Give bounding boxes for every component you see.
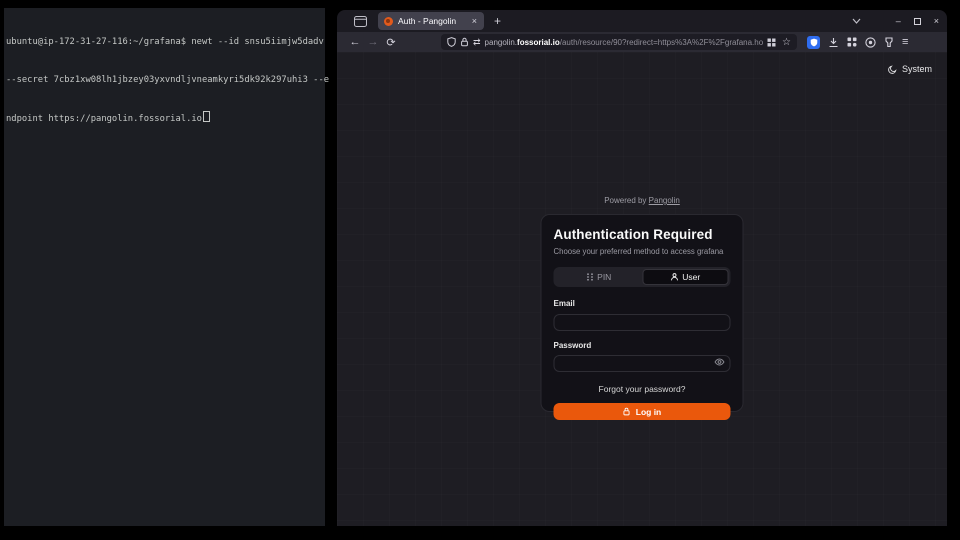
adblock-extension-icon[interactable]	[865, 37, 876, 48]
password-label: Password	[554, 341, 731, 350]
browser-window: Auth - Pangolin × + – × ← → ⟳	[337, 10, 947, 526]
page-content: System Powered by Pangolin Authenticatio…	[337, 52, 947, 526]
terminal-line: ndpoint https://pangolin.fossorial.io	[6, 111, 323, 126]
pangolin-link[interactable]: Pangolin	[649, 196, 680, 205]
terminal-cursor	[203, 111, 210, 122]
close-tab-icon[interactable]: ×	[471, 16, 478, 26]
auth-method-tabs: PIN User	[554, 267, 731, 287]
firefox-view-icon[interactable]	[354, 16, 367, 27]
tab-title: Auth - Pangolin	[398, 16, 466, 26]
theme-toggle[interactable]: System	[888, 64, 932, 74]
user-icon	[670, 273, 678, 281]
desktop: ubuntu@ip-172-31-27-116:~/grafana$ newt …	[0, 0, 960, 540]
close-window-button[interactable]: ×	[934, 16, 939, 26]
maximize-window-button[interactable]	[914, 18, 921, 25]
forgot-password-link[interactable]: Forgot your password?	[554, 384, 731, 394]
pangolin-favicon-icon	[384, 17, 393, 26]
tab-user[interactable]: User	[642, 269, 729, 285]
back-icon[interactable]: ←	[346, 36, 364, 48]
extension-toolbar: ≡	[807, 36, 908, 49]
lock-icon[interactable]	[460, 37, 469, 47]
browser-tab-auth-pangolin[interactable]: Auth - Pangolin ×	[378, 12, 484, 30]
bitwarden-extension-icon[interactable]	[807, 36, 820, 49]
show-password-eye-icon[interactable]	[715, 358, 725, 366]
url-bar[interactable]: ⇄ pangolin.fossorial.io/auth/resource/90…	[441, 34, 797, 50]
terminal-window[interactable]: ubuntu@ip-172-31-27-116:~/grafana$ newt …	[4, 8, 325, 526]
tab-pin-label: PIN	[597, 272, 611, 282]
terminal-line: ubuntu@ip-172-31-27-116:~/grafana$ newt …	[6, 36, 323, 49]
container-switch-icon[interactable]: ⇄	[473, 37, 481, 48]
tracking-protection-shield-icon[interactable]	[447, 37, 456, 47]
auth-section: Powered by Pangolin Authentication Requi…	[541, 196, 744, 412]
email-field[interactable]	[554, 314, 731, 331]
userscript-extension-icon[interactable]	[884, 37, 894, 48]
tab-grid-icon[interactable]	[767, 38, 776, 47]
powered-by: Powered by Pangolin	[541, 196, 744, 205]
minimize-window-button[interactable]: –	[896, 16, 901, 26]
tab-pin[interactable]: PIN	[556, 269, 643, 285]
url-text: pangolin.fossorial.io/auth/resource/90?r…	[485, 38, 763, 47]
keypad-icon	[586, 273, 593, 281]
hamburger-menu-icon[interactable]: ≡	[902, 36, 908, 48]
extensions-icon[interactable]	[847, 37, 857, 47]
padlock-icon	[623, 407, 631, 416]
moon-icon	[888, 65, 897, 74]
tab-user-label: User	[682, 272, 700, 282]
bookmark-star-icon[interactable]: ☆	[782, 37, 791, 48]
card-subtitle: Choose your preferred method to access g…	[554, 247, 731, 256]
navigation-toolbar: ← → ⟳ ⇄ pangolin.fossorial.io/auth/resou…	[337, 32, 947, 52]
tab-bar: Auth - Pangolin × + – ×	[337, 10, 947, 32]
email-label: Email	[554, 299, 731, 308]
list-all-tabs-icon[interactable]	[852, 18, 861, 24]
auth-card: Authentication Required Choose your pref…	[541, 214, 744, 412]
login-button[interactable]: Log in	[554, 403, 731, 420]
downloads-icon[interactable]	[828, 37, 839, 48]
terminal-line: --secret 7cbz1xw08lh1jbzey03yxvndljvneam…	[6, 74, 323, 87]
password-field[interactable]	[554, 355, 731, 372]
forward-icon[interactable]: →	[364, 36, 382, 48]
new-tab-button[interactable]: +	[494, 14, 501, 28]
card-title: Authentication Required	[554, 227, 731, 242]
theme-label: System	[902, 64, 932, 74]
login-button-label: Log in	[636, 407, 662, 417]
reload-icon[interactable]: ⟳	[382, 36, 400, 49]
